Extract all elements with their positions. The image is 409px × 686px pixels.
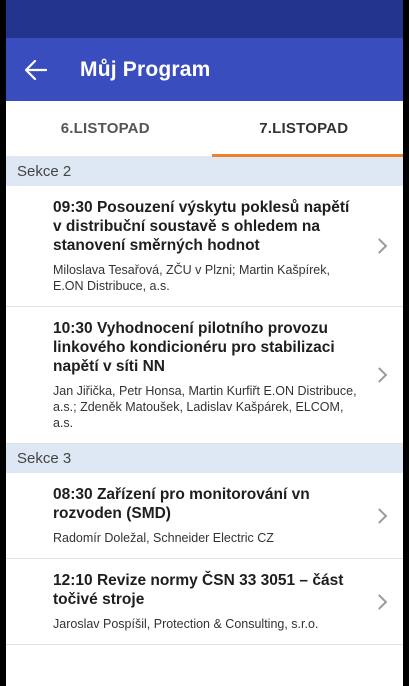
- back-button[interactable]: [6, 38, 66, 101]
- item-title: 10:30 Vyhodnocení pilotního provozu link…: [53, 320, 335, 375]
- chevron-right-icon: [371, 367, 388, 383]
- item-authors: Miloslava Tesařová, ZČU v Plzni; Martin …: [53, 263, 330, 293]
- list-item[interactable]: 12:10 Revize normy ČSN 33 3051 – část to…: [6, 559, 403, 645]
- list-item[interactable]: 09:30 Posouzení výskytu poklesů napětí v…: [6, 186, 403, 307]
- chevron-right-icon: [371, 593, 388, 610]
- tab-6-listopad[interactable]: 6.LISTOPAD: [6, 101, 205, 156]
- phone-screen: Můj Program 6.LISTOPAD 7.LISTOPAD Sekce …: [6, 0, 403, 686]
- chevron-right-icon: [371, 238, 388, 254]
- item-title: 12:10 Revize normy ČSN 33 3051 – část to…: [53, 572, 344, 608]
- program-list: Sekce 2 09:30 Posouzení výskytu poklesů …: [6, 157, 403, 645]
- tab-7-listopad[interactable]: 7.LISTOPAD: [205, 101, 404, 156]
- item-authors: Jan Jiřička, Petr Honsa, Martin Kurfiřt …: [53, 384, 357, 430]
- item-authors: Jaroslav Pospíšil, Protection & Consulti…: [53, 617, 319, 631]
- app-title: Můj Program: [80, 57, 211, 81]
- list-item[interactable]: 08:30 Zařízení pro monitorování vn rozvo…: [6, 473, 403, 559]
- arrow-left-icon: [25, 59, 47, 80]
- active-tab-indicator: [212, 154, 403, 157]
- chevron-right-icon: [371, 507, 388, 524]
- item-authors: Radomír Doležal, Schneider Electric CZ: [53, 531, 274, 545]
- list-item[interactable]: 10:30 Vyhodnocení pilotního provozu link…: [6, 307, 403, 444]
- app-bar: Můj Program: [6, 38, 403, 101]
- item-title: 09:30 Posouzení výskytu poklesů napětí v…: [53, 199, 350, 254]
- day-tabs: 6.LISTOPAD 7.LISTOPAD: [6, 101, 403, 157]
- status-bar: [6, 0, 403, 38]
- section-header: Sekce 2: [6, 157, 403, 186]
- item-title: 08:30 Zařízení pro monitorování vn rozvo…: [53, 486, 310, 522]
- section-header: Sekce 3: [6, 444, 403, 473]
